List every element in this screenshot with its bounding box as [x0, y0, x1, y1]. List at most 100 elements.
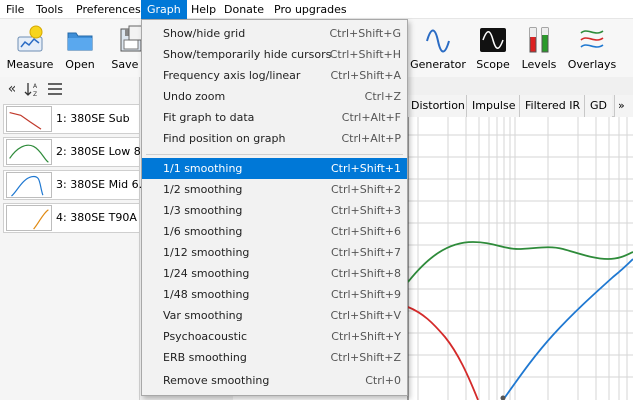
generator-label: Generator [410, 58, 466, 71]
menu-item-shortcut: Ctrl+Shift+8 [330, 267, 401, 280]
tab-gd[interactable]: GD [584, 95, 612, 117]
menu-item-label: Show/temporarily hide cursors [163, 48, 332, 61]
menu-item-show-hide-cursors[interactable]: Show/temporarily hide cursors Ctrl+Shift… [142, 44, 407, 65]
hamburger-menu-icon[interactable] [46, 80, 64, 98]
menu-item-shortcut: Ctrl+Shift+Z [330, 351, 401, 364]
measurement-name: 2: 380SE Low 80 [56, 145, 141, 158]
menu-item-label: Fit graph to data [163, 111, 255, 124]
menu-item-label: ERB smoothing [163, 351, 247, 364]
menu-item-shortcut: Ctrl+0 [365, 374, 401, 387]
overlays-label: Overlays [567, 58, 617, 71]
menu-item-shortcut: Ctrl+Shift+A [330, 69, 401, 82]
svg-text:A: A [33, 83, 38, 90]
menu-item-shortcut: Ctrl+Shift+V [330, 309, 401, 322]
menu-item-label: Undo zoom [163, 90, 226, 103]
menu-item-label: Frequency axis log/linear [163, 69, 301, 82]
menu-item-shortcut: Ctrl+Shift+9 [330, 288, 401, 301]
menu-separator [146, 154, 403, 155]
measurement-panel: « A Z 1: 380SE Sub 2: 380SE Low 80 3: 38… [0, 77, 141, 400]
graph-menu-dropdown: Show/hide grid Ctrl+Shift+G Show/tempora… [141, 19, 408, 396]
overlays-button[interactable]: Overlays [562, 23, 622, 75]
menu-donate[interactable]: Donate [218, 0, 270, 19]
svg-text:Z: Z [33, 91, 37, 98]
menu-bar: File Tools Preferences Graph Help Donate… [0, 0, 633, 19]
menu-item-shortcut: Ctrl+Shift+G [329, 27, 401, 40]
menu-item-label: 1/12 smoothing [163, 246, 250, 259]
menu-item-shortcut: Ctrl+Shift+H [329, 48, 401, 61]
menu-item-shortcut: Ctrl+Shift+1 [330, 162, 401, 175]
curve-blue [502, 258, 633, 400]
levels-button[interactable]: Levels [509, 23, 569, 75]
menu-item-label: 1/1 smoothing [163, 162, 243, 175]
tab-impulse[interactable]: Impulse [466, 95, 521, 117]
double-chevron-right-icon[interactable]: » [614, 95, 633, 117]
curve-green [407, 241, 633, 283]
menu-item-smoothing-1-48[interactable]: 1/48 smoothing Ctrl+Shift+9 [142, 284, 407, 305]
measurement-thumbnail [6, 205, 52, 231]
panel-controls: « A Z [0, 77, 140, 101]
menu-preferences[interactable]: Preferences [70, 0, 147, 19]
folder-icon [67, 32, 93, 51]
menu-item-psychoacoustic[interactable]: Psychoacoustic Ctrl+Shift+Y [142, 326, 407, 347]
menu-item-shortcut: Ctrl+Alt+F [341, 111, 401, 124]
sort-az-icon[interactable]: A Z [24, 80, 42, 98]
measurement-item[interactable]: 1: 380SE Sub [3, 104, 140, 134]
menu-item-smoothing-1-2[interactable]: 1/2 smoothing Ctrl+Shift+2 [142, 179, 407, 200]
menu-file[interactable]: File [0, 0, 30, 19]
measurement-thumbnail [6, 172, 52, 198]
menu-item-label: Show/hide grid [163, 27, 246, 40]
measurement-name: 1: 380SE Sub [56, 112, 130, 125]
measurement-name: 3: 380SE Mid 6.3 [56, 178, 141, 191]
menu-item-shortcut: Ctrl+Alt+P [341, 132, 401, 145]
menu-item-label: 1/24 smoothing [163, 267, 250, 280]
measurement-list: 1: 380SE Sub 2: 380SE Low 80 3: 380SE Mi… [3, 104, 141, 236]
menu-item-smoothing-1-3[interactable]: 1/3 smoothing Ctrl+Shift+3 [142, 200, 407, 221]
menu-item-var-smoothing[interactable]: Var smoothing Ctrl+Shift+V [142, 305, 407, 326]
double-chevron-left-icon[interactable]: « [3, 80, 21, 98]
measurement-item[interactable]: 4: 380SE T90A 6. [3, 203, 141, 233]
scope-icon [480, 28, 506, 52]
menu-item-shortcut: Ctrl+Shift+2 [330, 183, 401, 196]
menu-pro-upgrades[interactable]: Pro upgrades [268, 0, 353, 19]
levels-icon [529, 27, 549, 53]
measurement-thumbnail [6, 139, 52, 165]
menu-item-label: 1/3 smoothing [163, 204, 243, 217]
menu-item-smoothing-1-6[interactable]: 1/6 smoothing Ctrl+Shift+6 [142, 221, 407, 242]
menu-item-smoothing-1-12[interactable]: 1/12 smoothing Ctrl+Shift+7 [142, 242, 407, 263]
measurement-thumbnail [6, 106, 52, 132]
menu-item-label: 1/6 smoothing [163, 225, 243, 238]
menu-help[interactable]: Help [185, 0, 222, 19]
menu-item-label: Var smoothing [163, 309, 243, 322]
menu-item-shortcut: Ctrl+Shift+3 [330, 204, 401, 217]
menu-item-label: Psychoacoustic [163, 330, 248, 343]
menu-graph[interactable]: Graph [141, 0, 187, 19]
menu-item-find-position[interactable]: Find position on graph Ctrl+Alt+P [142, 128, 407, 149]
measurement-name: 4: 380SE T90A 6. [56, 211, 141, 224]
overlays-icon [580, 30, 604, 48]
generator-icon [426, 29, 450, 53]
menu-item-remove-smoothing[interactable]: Remove smoothing Ctrl+0 [142, 370, 407, 391]
levels-label: Levels [521, 58, 557, 71]
tab-distortion[interactable]: Distortion [405, 95, 470, 117]
menu-item-shortcut: Ctrl+Shift+6 [330, 225, 401, 238]
measurement-item[interactable]: 3: 380SE Mid 6.3 [3, 170, 141, 200]
menu-item-smoothing-1-24[interactable]: 1/24 smoothing Ctrl+Shift+8 [142, 263, 407, 284]
menu-item-smoothing-1-1[interactable]: 1/1 smoothing Ctrl+Shift+1 [142, 158, 407, 179]
menu-item-label: Remove smoothing [163, 374, 270, 387]
menu-item-fit-graph[interactable]: Fit graph to data Ctrl+Alt+F [142, 107, 407, 128]
menu-item-show-hide-grid[interactable]: Show/hide grid Ctrl+Shift+G [142, 23, 407, 44]
menu-item-label: Find position on graph [163, 132, 286, 145]
menu-item-frequency-axis[interactable]: Frequency axis log/linear Ctrl+Shift+A [142, 65, 407, 86]
menu-item-undo-zoom[interactable]: Undo zoom Ctrl+Z [142, 86, 407, 107]
menu-tools[interactable]: Tools [30, 0, 69, 19]
menu-item-erb-smoothing[interactable]: ERB smoothing Ctrl+Shift+Z [142, 347, 407, 368]
measurement-item[interactable]: 2: 380SE Low 80 [3, 137, 141, 167]
measure-icon [17, 25, 43, 52]
generator-button[interactable]: Generator [408, 23, 468, 75]
menu-item-shortcut: Ctrl+Shift+Y [331, 330, 401, 343]
tab-filtered-ir[interactable]: Filtered IR [519, 95, 586, 117]
menu-item-label: 1/48 smoothing [163, 288, 250, 301]
menu-item-shortcut: Ctrl+Z [364, 90, 401, 103]
menu-item-shortcut: Ctrl+Shift+7 [330, 246, 401, 259]
menu-item-label: 1/2 smoothing [163, 183, 243, 196]
